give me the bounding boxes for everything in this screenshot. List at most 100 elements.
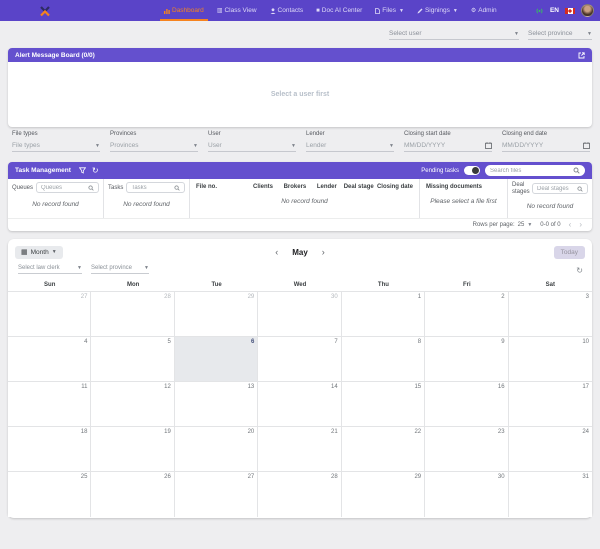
calendar-day-cell[interactable]: 20	[175, 427, 258, 472]
calendar-day-cell[interactable]: 28	[258, 472, 341, 517]
closing-end-date-input[interactable]: MM/DD/YYYY	[502, 140, 590, 152]
calendar-day-cell[interactable]: 27	[175, 472, 258, 517]
language-switcher[interactable]: EN	[550, 7, 559, 14]
search-icon[interactable]	[573, 167, 580, 174]
calendar-day-number: 27	[81, 294, 88, 300]
calendar-day-cell[interactable]: 21	[258, 427, 341, 472]
provinces-select[interactable]: Provinces ▼	[110, 140, 198, 152]
closing-start-date-input[interactable]: MM/DD/YYYY	[404, 140, 492, 152]
contacts-person-icon	[270, 8, 276, 14]
calendar-day-cell[interactable]: 3	[509, 292, 592, 337]
dow-sun: Sun	[8, 282, 91, 288]
calendar-day-cell-today[interactable]: 6	[175, 337, 258, 382]
column-lender: Lender	[311, 184, 343, 190]
search-icon[interactable]	[577, 186, 583, 192]
calendar-day-cell[interactable]: 29	[175, 292, 258, 337]
calendar-day-cell[interactable]: 31	[509, 472, 592, 517]
calendar-day-cell[interactable]: 22	[342, 427, 425, 472]
calendar-day-cell[interactable]: 19	[91, 427, 174, 472]
calendar-day-cell[interactable]: 4	[8, 337, 91, 382]
queues-search-input[interactable]	[41, 185, 88, 191]
calendar-day-cell[interactable]: 25	[8, 472, 91, 517]
search-icon[interactable]	[174, 185, 180, 191]
file-types-select[interactable]: File types ▼	[12, 140, 100, 152]
calendar-day-cell[interactable]: 30	[425, 472, 508, 517]
calendar-day-cell[interactable]: 23	[425, 427, 508, 472]
chevron-down-icon: ▼	[514, 31, 519, 37]
calendar-icon[interactable]	[583, 142, 590, 149]
nav-item-admin[interactable]: ⚙ Admin	[471, 0, 497, 21]
topbar-right-cluster: EN	[535, 0, 594, 21]
canada-flag-icon[interactable]	[565, 8, 575, 14]
today-button[interactable]: Today	[554, 246, 585, 259]
tasks-search-input[interactable]	[131, 185, 174, 191]
select-law-clerk-dropdown[interactable]: Select law clerk ▼	[18, 265, 82, 274]
nav-item-doc-ai-center[interactable]: ■ Doc AI Center	[316, 0, 362, 21]
next-page-icon[interactable]: ›	[579, 221, 582, 229]
calendar-day-cell[interactable]: 1	[342, 292, 425, 337]
previous-month-icon[interactable]: ‹	[275, 248, 278, 257]
calendar-day-cell[interactable]: 14	[258, 382, 341, 427]
filter-funnel-icon[interactable]	[79, 167, 86, 175]
nav-item-dashboard[interactable]: Dashboard	[164, 0, 204, 21]
user-avatar[interactable]	[581, 4, 594, 17]
user-select[interactable]: User ▼	[208, 140, 296, 152]
calendar-day-cell[interactable]: 24	[509, 427, 592, 472]
calendar-day-cell[interactable]: 16	[425, 382, 508, 427]
chevron-down-icon[interactable]: ▼	[527, 222, 532, 228]
tasks-search-box	[126, 182, 185, 193]
flag-mid	[568, 8, 573, 14]
app-logo[interactable]	[38, 4, 52, 18]
calendar-day-number: 13	[248, 384, 255, 390]
nav-item-contacts[interactable]: Contacts	[270, 0, 304, 21]
chevron-down-icon: ▼	[399, 8, 404, 14]
online-status-icon[interactable]	[535, 7, 544, 15]
deal-stages-empty-message: No record found	[512, 203, 588, 210]
calendar-day-cell[interactable]: 29	[342, 472, 425, 517]
next-month-icon[interactable]: ›	[322, 248, 325, 257]
calendar-view-button[interactable]: ▦ Month ▼	[15, 246, 63, 259]
deal-stages-label: Deal stages	[512, 182, 529, 195]
select-province-dropdown-calendar[interactable]: Select province ▼	[91, 265, 149, 274]
refresh-icon[interactable]: ↻	[92, 167, 99, 175]
expand-icon[interactable]	[578, 52, 585, 59]
calendar-day-number: 20	[248, 429, 255, 435]
calendar-day-cell[interactable]: 30	[258, 292, 341, 337]
calendar-day-cell[interactable]: 8	[342, 337, 425, 382]
task-management-title: Task Management	[15, 167, 71, 174]
calendar-day-cell[interactable]: 7	[258, 337, 341, 382]
deal-stages-search-input[interactable]	[537, 186, 577, 192]
calendar-day-cell[interactable]: 26	[91, 472, 174, 517]
calendar-refresh-icon[interactable]: ↻	[576, 267, 583, 275]
nav-item-files[interactable]: Files ▼	[375, 0, 404, 21]
calendar-icon[interactable]	[485, 142, 492, 149]
search-files-input[interactable]	[490, 168, 573, 174]
calendar-day-cell[interactable]: 28	[91, 292, 174, 337]
nav-item-signings[interactable]: Signings ▼	[417, 0, 458, 21]
calendar-day-cell[interactable]: 17	[509, 382, 592, 427]
select-user-dropdown[interactable]: Select user ▼	[389, 30, 519, 40]
lender-select[interactable]: Lender ▼	[306, 140, 394, 152]
calendar-day-cell[interactable]: 9	[425, 337, 508, 382]
chevron-down-icon: ▼	[144, 265, 149, 271]
calendar-day-cell[interactable]: 18	[8, 427, 91, 472]
search-icon[interactable]	[88, 185, 94, 191]
calendar-day-cell[interactable]: 12	[91, 382, 174, 427]
nav-item-class-view[interactable]: ▥ Class View	[217, 0, 257, 21]
calendar-day-cell[interactable]: 2	[425, 292, 508, 337]
calendar-day-cell[interactable]: 5	[91, 337, 174, 382]
filter-provinces: Provinces Provinces ▼	[110, 131, 198, 152]
calendar-panel: ▦ Month ▼ ‹ May › Today Select law clerk…	[8, 239, 592, 518]
calendar-day-cell[interactable]: 15	[342, 382, 425, 427]
pending-tasks-toggle[interactable]	[464, 166, 480, 175]
calendar-day-cell[interactable]: 13	[175, 382, 258, 427]
tasks-empty-message: No record found	[108, 201, 185, 208]
calendar-day-cell[interactable]: 10	[509, 337, 592, 382]
calendar-day-cell[interactable]: 11	[8, 382, 91, 427]
deal-stages-panel: Deal stages No record found	[508, 179, 592, 218]
previous-page-icon[interactable]: ‹	[569, 221, 572, 229]
calendar-day-cell[interactable]: 27	[8, 292, 91, 337]
select-province-dropdown[interactable]: Select province ▼	[528, 30, 592, 40]
dow-fri: Fri	[425, 282, 508, 288]
rows-per-page-value[interactable]: 25	[518, 222, 525, 228]
